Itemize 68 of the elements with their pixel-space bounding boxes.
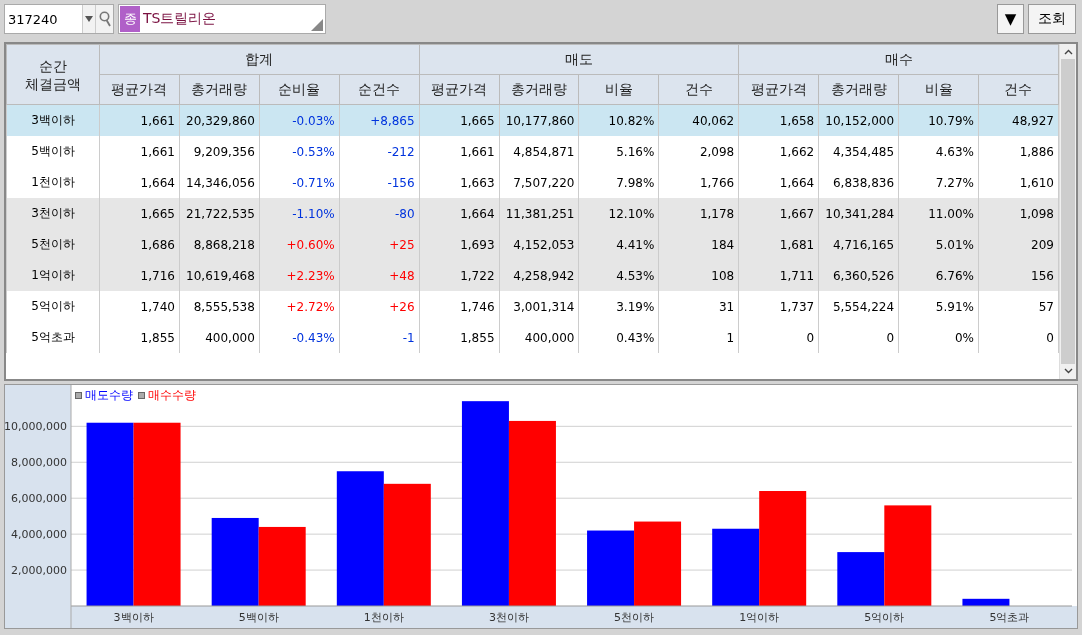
stock-name-field[interactable]: 종 TS트릴리온 bbox=[118, 4, 326, 34]
stock-name: TS트릴리온 bbox=[142, 10, 217, 28]
table-cell: 0 bbox=[738, 322, 819, 353]
x-tick-label: 5백이하 bbox=[238, 611, 279, 624]
group-header: 합계 bbox=[99, 44, 420, 75]
scroll-down-icon bbox=[1063, 368, 1073, 374]
group-header: 매수 bbox=[738, 44, 1059, 75]
table-cell: 400,000 bbox=[179, 322, 260, 353]
column-header: 순비율 bbox=[259, 74, 340, 105]
query-button[interactable]: 조회 bbox=[1028, 4, 1076, 34]
resize-grip-icon bbox=[311, 19, 323, 31]
x-tick-label: 1억이하 bbox=[739, 611, 780, 624]
x-tick-label: 3백이하 bbox=[113, 611, 154, 624]
y-tick-label: 2,000,000 bbox=[11, 564, 67, 578]
table-cell: -1 bbox=[339, 322, 420, 353]
x-tick-label: 5억이하 bbox=[864, 611, 905, 624]
column-header: 총거래량 bbox=[499, 74, 579, 105]
table-cell: 1,855 bbox=[419, 322, 500, 353]
column-header: 평균가격 bbox=[419, 74, 500, 105]
scroll-up-icon bbox=[1063, 49, 1073, 55]
column-header: 순건수 bbox=[339, 74, 420, 105]
y-tick-label: 10,000,000 bbox=[5, 420, 67, 434]
table-cell: 0.43% bbox=[578, 322, 659, 353]
table-row[interactable]: 1억이하 1,716 10,619,468 +2.23% +48 1,722 4,258,942 4.53% 108 1,711 6,360,526 6.76% 156 bbox=[6, 260, 1059, 291]
legend-label: 매도수량 bbox=[85, 387, 133, 404]
table-cell: 400,000 bbox=[499, 322, 579, 353]
column-header: 비율 bbox=[578, 74, 659, 105]
x-tick-label: 1천이하 bbox=[363, 611, 404, 624]
table-cell: -0.43% bbox=[259, 322, 340, 353]
table-cell: 1 bbox=[658, 322, 739, 353]
column-header: 총거래량 bbox=[818, 74, 899, 105]
search-icon bbox=[98, 11, 111, 27]
group-header: 매도 bbox=[419, 44, 739, 75]
table-cell: 1,855 bbox=[99, 322, 180, 353]
column-header: 순간 체결금액 bbox=[6, 44, 100, 105]
table-row[interactable]: 5천이하 1,686 8,868,218 +0.60% +25 1,693 4,152,053 4.41% 184 1,681 4,716,165 5.01% 209 bbox=[6, 229, 1059, 260]
table-row[interactable]: 5백이하 1,661 9,209,356 -0.53% -212 1,661 4,854,871 5.16% 2,098 1,662 4,354,485 4.63% 1,886 bbox=[6, 136, 1059, 167]
y-tick-label: 4,000,000 bbox=[11, 528, 67, 542]
market-badge: 종 bbox=[120, 6, 140, 32]
column-header: 건수 bbox=[978, 74, 1059, 105]
caret-icon bbox=[85, 16, 93, 22]
x-tick-label: 5천이하 bbox=[614, 611, 655, 624]
table-cell: 0 bbox=[818, 322, 899, 353]
search-button[interactable] bbox=[95, 5, 113, 33]
x-tick-label: 5억초과 bbox=[989, 611, 1030, 624]
x-tick-label: 3천이하 bbox=[488, 611, 529, 624]
table-row[interactable]: 1천이하 1,664 14,346,056 -0.71% -156 1,663 7,507,220 7.98% 1,766 1,664 6,838,836 7.27% 1,610 bbox=[6, 167, 1059, 198]
code-field[interactable]: 317240 bbox=[4, 4, 114, 34]
row-label: 5억초과 bbox=[6, 322, 100, 353]
legend-marker bbox=[75, 392, 82, 399]
legend-marker bbox=[138, 392, 145, 399]
column-header: 평균가격 bbox=[738, 74, 819, 105]
table-row[interactable]: 3천이하 1,665 21,722,535 -1.10% -80 1,664 11,381,251 12.10% 1,178 1,667 10,341,284 11.00% 1,098 bbox=[6, 198, 1059, 229]
scrollbar[interactable] bbox=[1059, 44, 1076, 379]
column-header: 건수 bbox=[658, 74, 739, 105]
column-header: 비율 bbox=[898, 74, 979, 105]
table-cell: 0% bbox=[898, 322, 979, 353]
table-row[interactable]: 3백이하 1,661 20,329,860 -0.03% +8,865 1,665 10,177,860 10.82% 40,062 1,658 10,152,000 10.79% 48,927 bbox=[6, 104, 1059, 136]
y-tick-label: 8,000,000 bbox=[11, 456, 67, 470]
y-tick-label: 6,000,000 bbox=[11, 492, 67, 506]
column-header: 평균가격 bbox=[99, 74, 180, 105]
table-row[interactable]: 5억이하 1,740 8,555,538 +2.72% +26 1,746 3,001,314 3.19% 31 1,737 5,554,224 5.91% 57 bbox=[6, 291, 1059, 322]
legend-label: 매수수량 bbox=[148, 387, 196, 404]
dropdown-button[interactable] bbox=[82, 5, 95, 33]
menu-button[interactable]: ▼ bbox=[997, 4, 1024, 34]
table-cell: 0 bbox=[978, 322, 1059, 353]
table-row[interactable]: 5억초과 1,855 400,000 -0.43% -1 1,855 400,000 0.43% 1 0 0 0% 0 bbox=[6, 322, 1059, 353]
column-header: 총거래량 bbox=[179, 74, 260, 105]
